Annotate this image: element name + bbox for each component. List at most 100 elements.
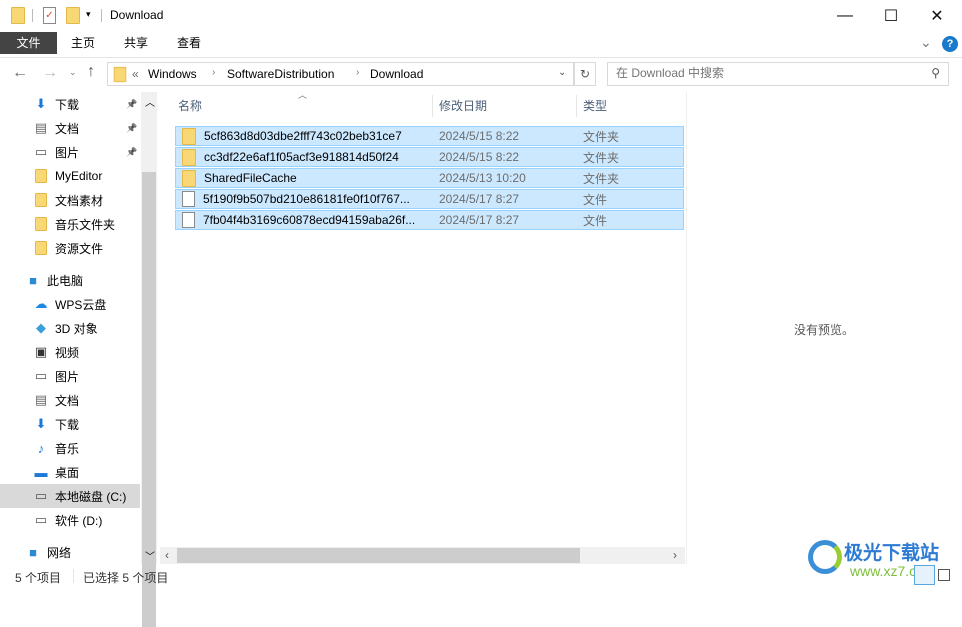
divider[interactable] bbox=[576, 95, 577, 117]
expand-ribbon-icon[interactable]: ⌄ bbox=[920, 34, 932, 51]
sidebar-item-quick[interactable]: 文档素材 bbox=[0, 188, 140, 212]
pin-icon[interactable]: 📌 bbox=[126, 147, 137, 158]
chevron-down-icon[interactable]: ⌄ bbox=[558, 67, 566, 78]
picture-icon: ▭ bbox=[34, 368, 48, 383]
video-icon: ▣ bbox=[34, 344, 48, 359]
customize-toolbar-icon[interactable]: ▾ bbox=[86, 9, 91, 20]
nav-label: 文档 bbox=[55, 393, 80, 408]
nav-label: 下载 bbox=[55, 417, 80, 432]
sidebar-item-network[interactable]: ■ 网络 bbox=[0, 540, 140, 564]
h-scrollbar[interactable]: ‹ › bbox=[160, 547, 685, 564]
3d-objects-icon: ◆ bbox=[36, 320, 46, 335]
sidebar-item-pc[interactable]: ♪ 音乐 bbox=[0, 436, 140, 460]
title-bar: ✓ ▾ Download — ☐ ✕ bbox=[0, 0, 962, 32]
overflow-icon[interactable]: « bbox=[132, 67, 139, 81]
divider[interactable] bbox=[432, 95, 433, 117]
sidebar-item-pc[interactable]: ◆ 3D 对象 bbox=[0, 316, 140, 340]
item-count: 5 个项目 bbox=[15, 571, 62, 585]
column-type[interactable]: 类型 bbox=[583, 92, 607, 120]
column-name[interactable]: 名称 bbox=[178, 92, 202, 120]
search-icon[interactable]: ⚲ bbox=[931, 66, 940, 80]
sidebar-item-quick[interactable]: MyEditor bbox=[0, 164, 140, 188]
details-view-button[interactable] bbox=[914, 565, 935, 585]
crumb-windows[interactable]: Windows bbox=[148, 67, 197, 81]
file-row[interactable]: SharedFileCache 2024/5/13 10:20 文件夹 bbox=[175, 168, 684, 188]
scroll-thumb[interactable] bbox=[177, 548, 580, 563]
nav-label: 文档素材 bbox=[55, 193, 104, 208]
scroll-left-icon[interactable]: ‹ bbox=[165, 548, 169, 562]
crumb-download[interactable]: Download bbox=[370, 67, 423, 81]
pin-icon[interactable]: 📌 bbox=[126, 123, 137, 134]
back-icon[interactable]: ← bbox=[12, 64, 28, 82]
help-icon[interactable]: ? bbox=[942, 36, 958, 52]
nav-label: 此电脑 bbox=[47, 273, 84, 288]
large-icons-view-button[interactable] bbox=[938, 569, 950, 581]
drive-c-icon: ▭ bbox=[34, 488, 48, 503]
minimize-button[interactable]: — bbox=[822, 0, 868, 32]
refresh-button[interactable]: ↻ bbox=[574, 62, 596, 86]
search-input[interactable] bbox=[616, 66, 916, 80]
sidebar-item-quick[interactable]: 音乐文件夹 bbox=[0, 212, 140, 236]
nav-label: 音乐文件夹 bbox=[55, 217, 116, 232]
close-button[interactable]: ✕ bbox=[914, 0, 960, 32]
nav-label: 音乐 bbox=[55, 441, 80, 456]
file-name: 5cf863d8d03dbe2fff743c02beb31ce7 bbox=[204, 129, 402, 143]
maximize-button[interactable]: ☐ bbox=[868, 0, 914, 32]
file-row[interactable]: 5f190f9b507bd210e86181fe0f10f767... 2024/… bbox=[175, 189, 684, 209]
network-icon: ■ bbox=[29, 544, 37, 560]
file-row[interactable]: 7fb04f4b3169c60878ecd94159aba26f... 2024/… bbox=[175, 210, 684, 230]
up-icon[interactable]: ↑ bbox=[87, 63, 95, 81]
separator bbox=[32, 9, 33, 22]
sidebar-item-this-pc[interactable]: ■ 此电脑 bbox=[0, 268, 140, 292]
folder-icon bbox=[33, 193, 49, 207]
sidebar-item-quick[interactable]: ⬇ 下载 📌 bbox=[0, 92, 140, 116]
nav-label: MyEditor bbox=[55, 169, 103, 183]
nav-scrollbar[interactable]: ︿ ﹀ bbox=[141, 92, 157, 627]
forward-icon[interactable]: → bbox=[42, 64, 58, 82]
chevron-right-icon[interactable]: › bbox=[212, 67, 215, 78]
pin-icon[interactable]: 📌 bbox=[126, 99, 137, 110]
sidebar-item-pc[interactable]: ▭ 软件 (D:) bbox=[0, 508, 140, 532]
crumb-softwaredistribution[interactable]: SoftwareDistribution bbox=[227, 67, 334, 81]
desktop-icon: ▬ bbox=[34, 464, 48, 480]
sidebar-item-quick[interactable]: 资源文件 bbox=[0, 236, 140, 260]
sidebar-item-quick[interactable]: ▤ 文档 📌 bbox=[0, 116, 140, 140]
preview-message: 没有预览。 bbox=[794, 323, 855, 337]
file-row[interactable]: cc3df22e6af1f05acf3e918814d50f24 2024/5/1… bbox=[175, 147, 684, 167]
folder-icon bbox=[182, 148, 196, 166]
watermark-name: 极光下载站 bbox=[844, 543, 940, 564]
sidebar-item-pc[interactable]: ▬ 桌面 bbox=[0, 460, 140, 484]
navigation-pane: ⬇ 下载 📌 ▤ 文档 📌 ▭ 图片 📌 MyEditor 文档素材 音乐文件夹 资源文件 ■ 此电脑 ☁ WP… bbox=[0, 92, 157, 564]
sidebar-item-pc[interactable]: ▤ 文档 bbox=[0, 388, 140, 412]
search-box[interactable]: ⚲ bbox=[607, 62, 949, 86]
file-date: 2024/5/17 8:27 bbox=[439, 192, 520, 206]
file-row[interactable]: 5cf863d8d03dbe2fff743c02beb31ce7 2024/5/1… bbox=[175, 126, 684, 146]
tab-share[interactable]: 共享 bbox=[112, 32, 160, 54]
divider bbox=[0, 57, 962, 58]
sidebar-item-pc[interactable]: ▭ 图片 bbox=[0, 364, 140, 388]
scroll-up-icon[interactable]: ︿ bbox=[145, 94, 155, 109]
scroll-right-icon[interactable]: › bbox=[673, 548, 677, 562]
scroll-down-icon[interactable]: ﹀ bbox=[145, 548, 155, 563]
sidebar-item-pc[interactable]: ▣ 视频 bbox=[0, 340, 140, 364]
sidebar-item-quick[interactable]: ▭ 图片 📌 bbox=[0, 140, 140, 164]
computer-icon: ■ bbox=[29, 272, 37, 288]
tab-file[interactable]: 文件 bbox=[0, 32, 57, 54]
nav-label: 文档 bbox=[55, 121, 80, 136]
tab-home[interactable]: 主页 bbox=[59, 32, 107, 54]
chevron-right-icon[interactable]: › bbox=[356, 67, 359, 78]
address-bar[interactable]: « Windows › SoftwareDistribution › Downl… bbox=[107, 62, 574, 86]
sidebar-item-pc[interactable]: ☁ WPS云盘 bbox=[0, 292, 140, 316]
tab-view[interactable]: 查看 bbox=[165, 32, 213, 54]
sidebar-item-pc[interactable]: ▭ 本地磁盘 (C:) bbox=[0, 484, 140, 508]
music-icon: ♪ bbox=[37, 440, 45, 456]
cloud-icon: ☁ bbox=[34, 296, 48, 311]
properties-icon[interactable]: ✓ bbox=[43, 7, 56, 24]
file-type: 文件夹 bbox=[583, 150, 620, 165]
sidebar-item-pc[interactable]: ⬇ 下载 bbox=[0, 412, 140, 436]
new-folder-icon[interactable] bbox=[66, 7, 80, 24]
column-date[interactable]: 修改日期 bbox=[439, 92, 487, 120]
divider bbox=[73, 569, 74, 583]
folder-icon bbox=[113, 66, 127, 83]
recent-locations-icon[interactable]: ⌄ bbox=[69, 67, 77, 78]
